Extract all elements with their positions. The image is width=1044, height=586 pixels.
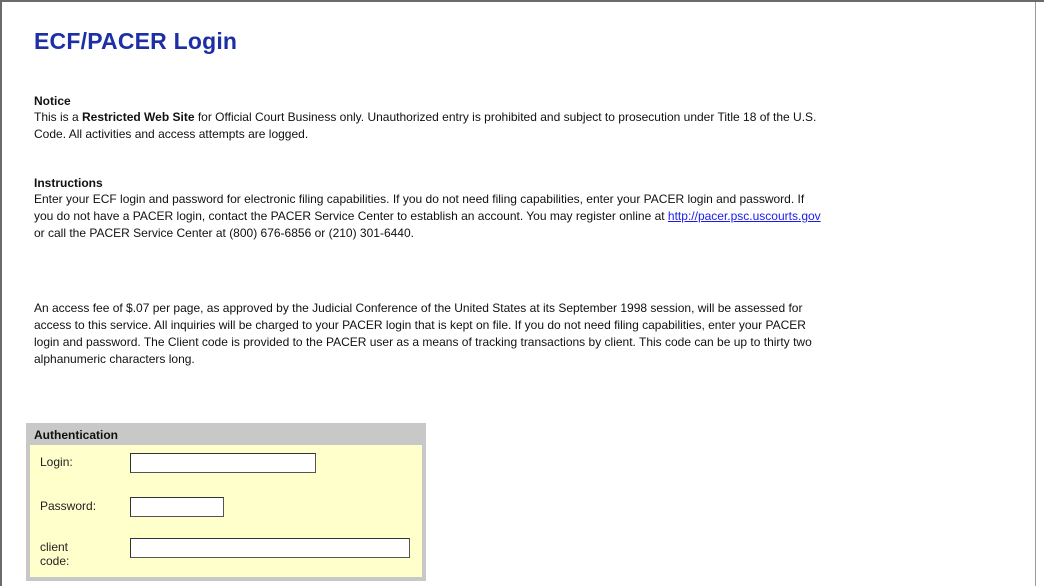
password-label: Password: — [40, 499, 97, 513]
instructions-section: Instructions Enter your ECF login and pa… — [34, 176, 824, 242]
page-title: ECF/PACER Login — [34, 28, 238, 54]
notice-text-bold: Restricted Web Site — [82, 110, 195, 124]
client-code-input[interactable] — [130, 538, 410, 558]
fees-text: An access fee of $.07 per page, as appro… — [34, 301, 812, 366]
pacer-registration-link[interactable]: http://pacer.psc.uscourts.gov — [668, 209, 821, 223]
notice-section: Notice This is a Restricted Web Site for… — [34, 94, 824, 143]
authentication-panel: Authentication Login: Password: client c… — [26, 423, 426, 581]
password-input[interactable] — [130, 497, 224, 517]
notice-heading: Notice — [34, 94, 71, 108]
instructions-heading: Instructions — [34, 176, 103, 190]
notice-text-prefix: This is a — [34, 110, 83, 124]
instructions-text: Enter your ECF login and password for el… — [34, 191, 824, 242]
client-code-label: client code: — [40, 540, 70, 568]
instructions-text-after-link: or call the PACER Service Center at (800… — [34, 226, 414, 240]
login-input[interactable] — [130, 453, 316, 473]
fees-section: An access fee of $.07 per page, as appro… — [34, 300, 824, 368]
vertical-scrollbar[interactable] — [1035, 2, 1044, 586]
authentication-form: Login: Password: client code: — [30, 445, 422, 577]
authentication-heading: Authentication — [34, 428, 118, 442]
notice-text: This is a Restricted Web Site for Offici… — [34, 109, 824, 143]
login-label: Login: — [40, 455, 73, 469]
